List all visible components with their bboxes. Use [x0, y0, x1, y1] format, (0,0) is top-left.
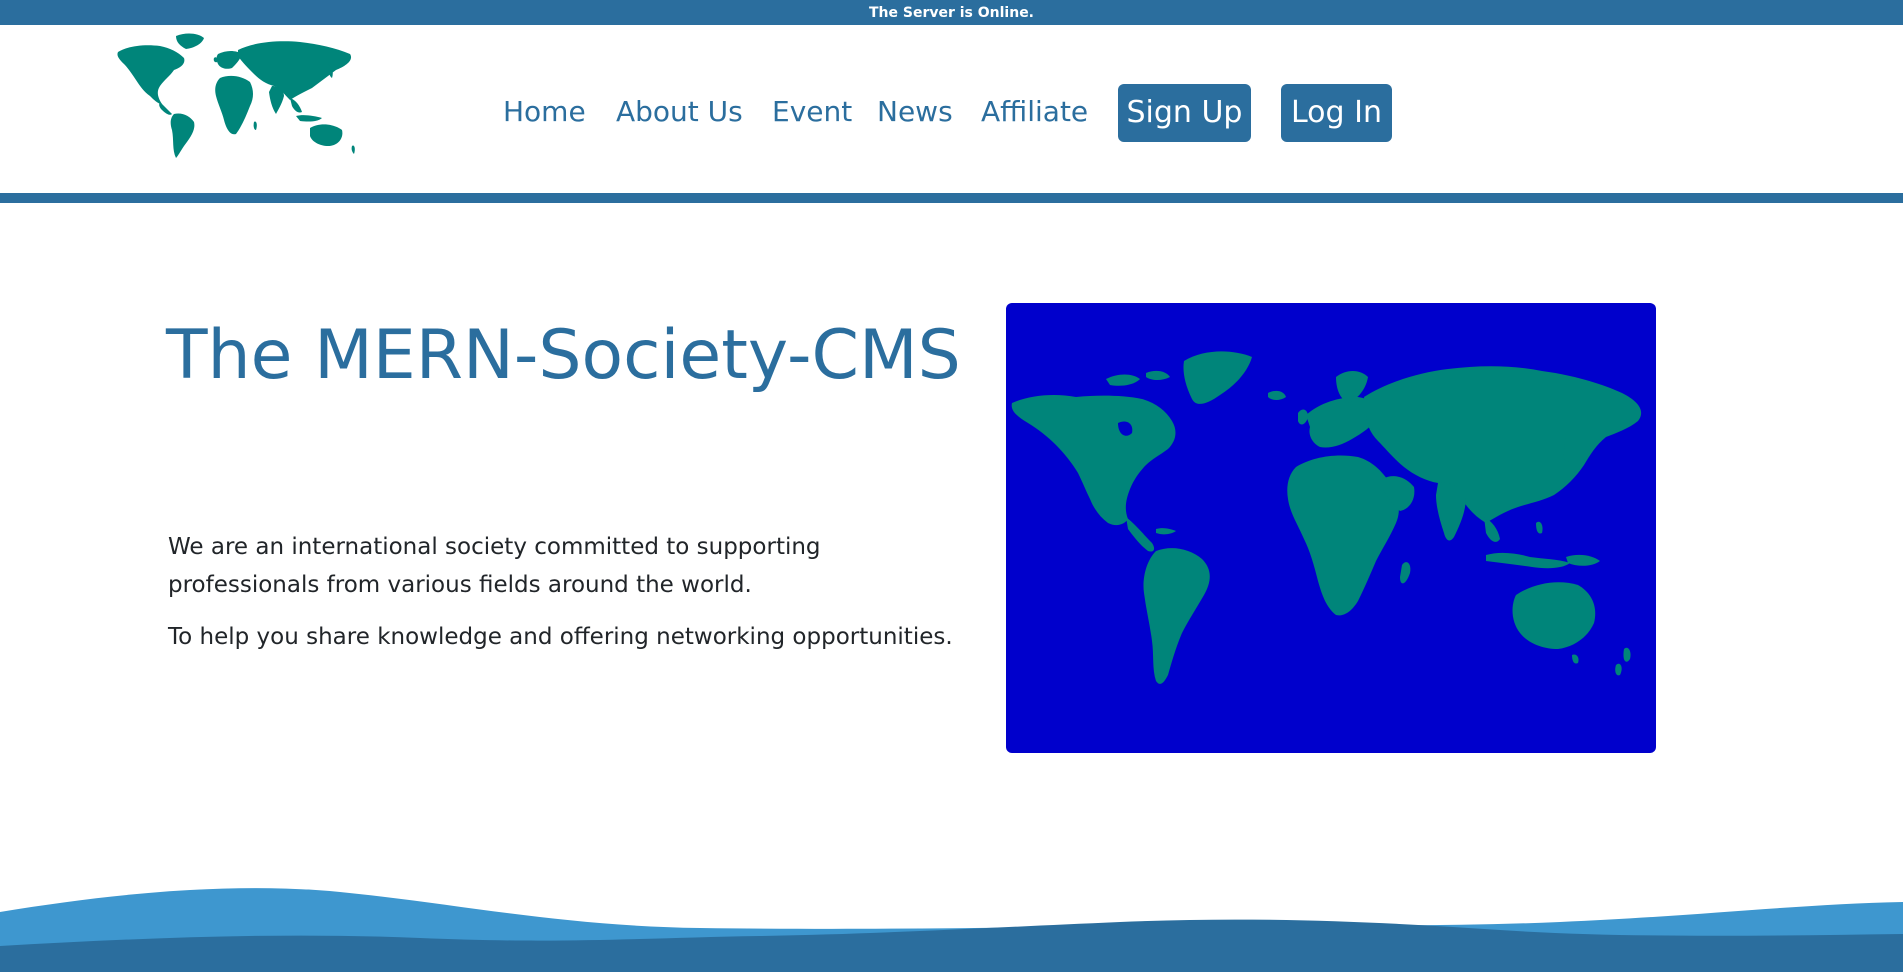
world-map-logo-icon[interactable] — [114, 30, 364, 158]
server-status-text: The Server is Online. — [868, 5, 1035, 21]
navbar-divider — [0, 193, 1903, 203]
world-map-illustration-icon — [1011, 351, 1642, 684]
nav-link-event[interactable]: Event — [772, 90, 852, 134]
sign-up-button[interactable]: Sign Up — [1118, 84, 1251, 142]
nav-link-affiliate[interactable]: Affiliate — [981, 90, 1088, 134]
nav-link-home[interactable]: Home — [503, 90, 586, 134]
server-status-bar: The Server is Online. — [0, 0, 1903, 25]
hero-tagline: To help you share knowledge and offering… — [168, 624, 953, 650]
world-map-image — [1006, 303, 1656, 753]
log-in-button[interactable]: Log In — [1281, 84, 1392, 142]
nav-link-news[interactable]: News — [877, 90, 953, 134]
decorative-waves — [0, 888, 1903, 972]
nav-link-about-us[interactable]: About Us — [616, 90, 743, 134]
hero-description: We are an international society committe… — [168, 534, 821, 598]
hero-title: The MERN-Society-CMS — [166, 316, 961, 395]
